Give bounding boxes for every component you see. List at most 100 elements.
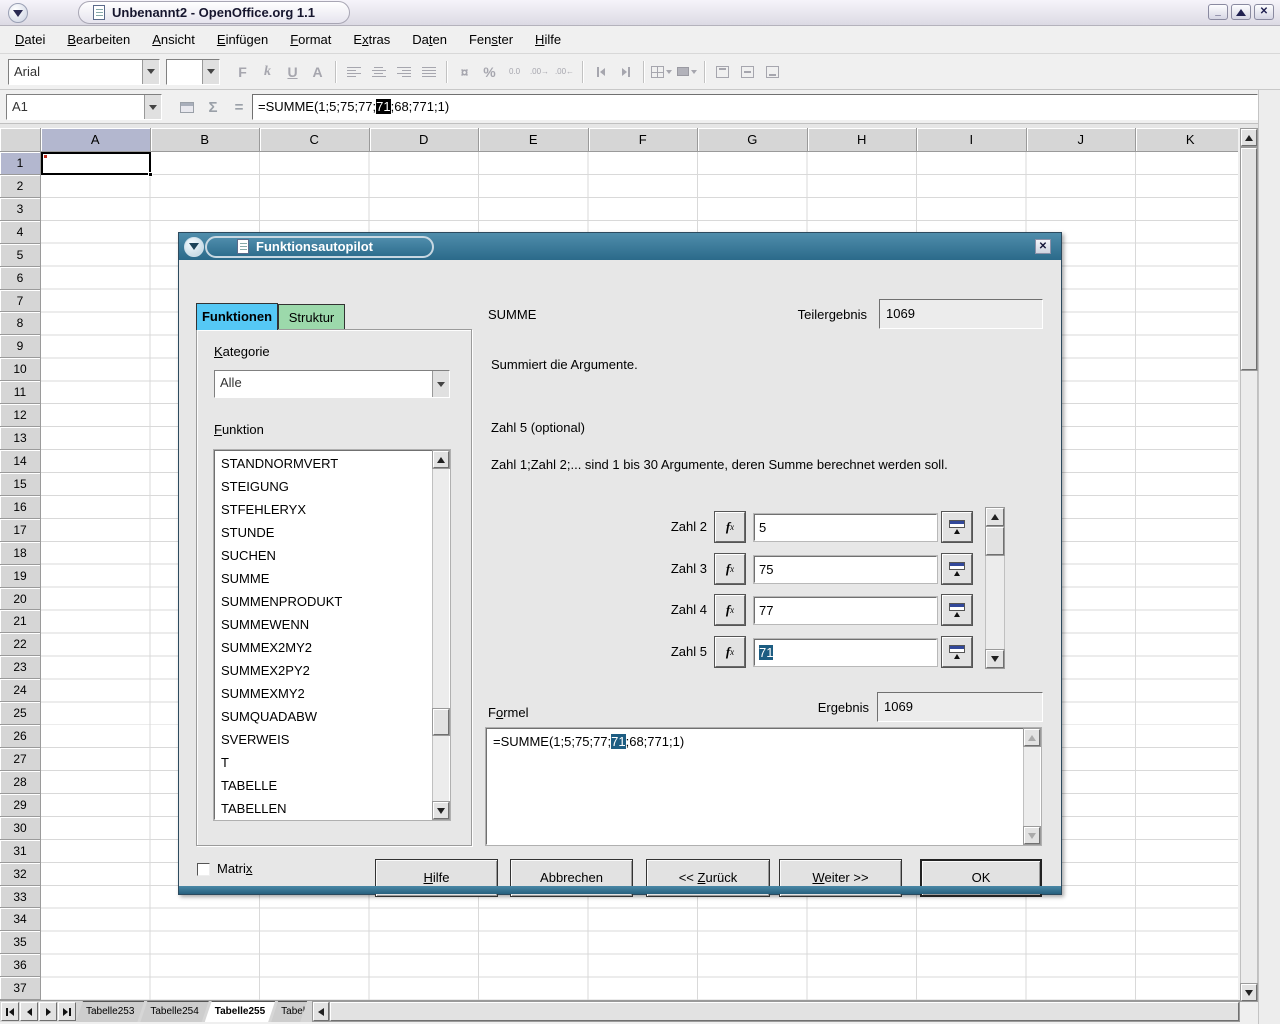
- row-header-35[interactable]: 35: [0, 931, 41, 954]
- tab-funktionen[interactable]: Funktionen: [196, 303, 278, 330]
- row-header-8[interactable]: 8: [0, 312, 41, 335]
- align-right-icon[interactable]: [391, 59, 416, 85]
- sheet-tab-tabelle[interactable]: Tabelle: [271, 1001, 307, 1022]
- row-header-9[interactable]: 9: [0, 335, 41, 358]
- sum-icon[interactable]: Σ: [202, 98, 224, 116]
- row-header-16[interactable]: 16: [0, 496, 41, 519]
- row-header-5[interactable]: 5: [0, 244, 41, 267]
- font-color-icon[interactable]: A: [305, 59, 330, 85]
- name-box-dropdown-button[interactable]: [144, 95, 161, 119]
- column-header-i[interactable]: I: [917, 128, 1027, 152]
- underline-icon[interactable]: U: [280, 59, 305, 85]
- menu-item-hilfe[interactable]: Hilfe: [524, 26, 572, 54]
- arguments-scrollbar[interactable]: [985, 507, 1005, 669]
- arg-input-zahl-2[interactable]: 5: [754, 514, 937, 541]
- standard-format-icon[interactable]: 0.0: [502, 59, 527, 85]
- row-header-14[interactable]: 14: [0, 450, 41, 473]
- dialog-menu-button[interactable]: [184, 237, 204, 257]
- close-button[interactable]: ✕: [1254, 4, 1274, 20]
- row-header-30[interactable]: 30: [0, 817, 41, 840]
- fill-handle[interactable]: [148, 172, 153, 177]
- scroll-up-button[interactable]: [433, 451, 449, 468]
- formula-scrollbar[interactable]: [1023, 729, 1040, 844]
- arg-input-zahl-4[interactable]: 77: [754, 597, 937, 624]
- row-header-23[interactable]: 23: [0, 656, 41, 679]
- background-color-icon[interactable]: [674, 59, 699, 85]
- column-header-k[interactable]: K: [1136, 128, 1238, 152]
- function-item-tabelle[interactable]: TABELLE: [216, 774, 431, 797]
- next-sheet-button[interactable]: [39, 1002, 57, 1021]
- shrink-button[interactable]: [942, 637, 972, 667]
- vertical-scroll-thumb[interactable]: [1241, 148, 1257, 370]
- scroll-down-button[interactable]: [433, 802, 449, 819]
- borders-icon[interactable]: [649, 59, 674, 85]
- horizontal-scroll-thumb[interactable]: [330, 1002, 1239, 1021]
- font-size-dropdown-button[interactable]: [202, 60, 219, 84]
- sheet-tab-tabelle253[interactable]: Tabelle253: [76, 1001, 144, 1022]
- row-header-22[interactable]: 22: [0, 633, 41, 656]
- menu-item-fenster[interactable]: Fenster: [458, 26, 524, 54]
- row-header-2[interactable]: 2: [0, 175, 41, 198]
- delete-decimal-icon[interactable]: .00←: [552, 59, 577, 85]
- currency-format-icon[interactable]: ¤: [452, 59, 477, 85]
- column-header-f[interactable]: F: [589, 128, 699, 152]
- row-header-18[interactable]: 18: [0, 542, 41, 565]
- menu-item-daten[interactable]: Daten: [401, 26, 458, 54]
- arg-input-zahl-5[interactable]: 71: [754, 639, 937, 666]
- row-header-29[interactable]: 29: [0, 794, 41, 817]
- bold-icon[interactable]: F: [230, 59, 255, 85]
- row-header-15[interactable]: 15: [0, 473, 41, 496]
- row-header-32[interactable]: 32: [0, 863, 41, 886]
- align-top-icon[interactable]: [710, 59, 735, 85]
- shrink-button[interactable]: [942, 595, 972, 625]
- menu-item-ansicht[interactable]: Ansicht: [141, 26, 206, 54]
- row-header-6[interactable]: 6: [0, 267, 41, 290]
- row-header-24[interactable]: 24: [0, 679, 41, 702]
- font-name-dropdown-button[interactable]: [142, 60, 159, 84]
- choose-function-button[interactable]: fx: [715, 637, 745, 667]
- column-header-g[interactable]: G: [698, 128, 808, 152]
- column-header-c[interactable]: C: [260, 128, 370, 152]
- select-all-corner[interactable]: [0, 128, 41, 152]
- row-header-21[interactable]: 21: [0, 610, 41, 633]
- row-header-13[interactable]: 13: [0, 427, 41, 450]
- row-header-10[interactable]: 10: [0, 358, 41, 381]
- function-item-steigung[interactable]: STEIGUNG: [216, 475, 431, 498]
- scroll-down-button[interactable]: [1241, 984, 1257, 1001]
- horizontal-scrollbar[interactable]: [313, 1002, 1239, 1021]
- row-header-12[interactable]: 12: [0, 404, 41, 427]
- column-header-a[interactable]: A: [41, 128, 151, 152]
- column-header-d[interactable]: D: [370, 128, 480, 152]
- arg-input-zahl-3[interactable]: 75: [754, 556, 937, 583]
- category-dropdown-button[interactable]: [432, 371, 449, 397]
- dialog-close-button[interactable]: ✕: [1035, 239, 1051, 254]
- row-header-31[interactable]: 31: [0, 840, 41, 863]
- scroll-down-button[interactable]: [986, 650, 1004, 668]
- column-header-h[interactable]: H: [808, 128, 918, 152]
- menu-item-bearbeiten[interactable]: Bearbeiten: [56, 26, 141, 54]
- function-item-tabellen[interactable]: TABELLEN: [216, 797, 431, 818]
- sheet-tab-tabelle254[interactable]: Tabelle254: [140, 1001, 208, 1022]
- formula-textarea[interactable]: =SUMME(1;5;75;77;71;68;771;1): [486, 728, 1041, 845]
- first-sheet-button[interactable]: [1, 1002, 19, 1021]
- menu-item-extras[interactable]: Extras: [342, 26, 401, 54]
- add-decimal-icon[interactable]: .00→: [527, 59, 552, 85]
- dialog-titlebar[interactable]: Funktionsautopilot ✕: [179, 233, 1061, 260]
- equals-icon[interactable]: =: [228, 98, 250, 116]
- column-header-e[interactable]: E: [479, 128, 589, 152]
- shrink-button[interactable]: [942, 554, 972, 584]
- row-header-27[interactable]: 27: [0, 748, 41, 771]
- row-header-11[interactable]: 11: [0, 381, 41, 404]
- scroll-left-button[interactable]: [313, 1002, 329, 1021]
- column-header-j[interactable]: J: [1027, 128, 1137, 152]
- row-header-37[interactable]: 37: [0, 977, 41, 1000]
- function-autopilot-icon[interactable]: [176, 98, 198, 116]
- menu-item-format[interactable]: Format: [279, 26, 342, 54]
- previous-sheet-button[interactable]: [20, 1002, 38, 1021]
- formula-input[interactable]: =SUMME(1;5;75;77;71;68;771;1): [252, 94, 1258, 120]
- function-item-sverweis[interactable]: SVERWEIS: [216, 728, 431, 751]
- active-cell-a1[interactable]: [41, 152, 151, 175]
- maximize-button[interactable]: [1231, 4, 1251, 20]
- row-header-3[interactable]: 3: [0, 198, 41, 221]
- increase-indent-icon[interactable]: [613, 59, 638, 85]
